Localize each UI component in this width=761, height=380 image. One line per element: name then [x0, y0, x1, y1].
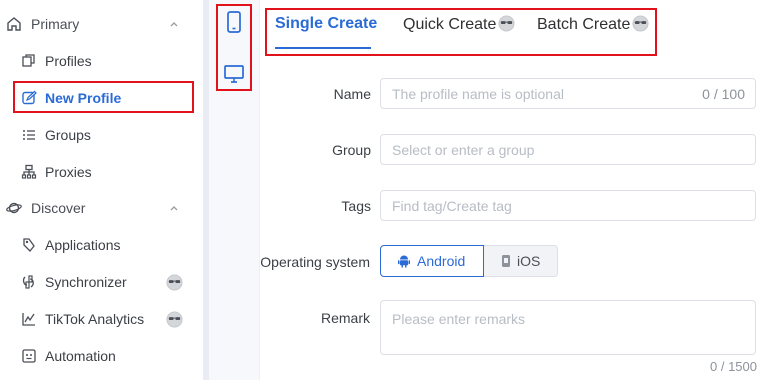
group-primary[interactable]: Primary [0, 6, 203, 42]
remark-textarea[interactable]: Please enter remarks [380, 300, 756, 355]
sunglasses-icon [632, 15, 649, 32]
sidebar-item-applications[interactable]: Applications [0, 227, 203, 263]
sidebar-item-label: Automation [45, 348, 116, 364]
sidebar-item-label: New Profile [45, 90, 122, 106]
sidebar-item-label: Applications [45, 237, 121, 253]
tab-batch-create[interactable]: Batch Create [537, 15, 649, 34]
os-label: Operating system [260, 254, 370, 270]
name-placeholder: The profile name is optional [392, 86, 564, 102]
sidebar-item-label: Groups [45, 127, 91, 143]
os-android-label: Android [417, 253, 466, 269]
sidebar-item-label: Synchronizer [45, 274, 127, 290]
name-field[interactable]: The profile name is optional 0 / 100 [380, 78, 756, 109]
sidebar-item-label: Profiles [45, 53, 92, 69]
device-strip [209, 0, 260, 380]
android-icon [398, 255, 410, 268]
chevron-up-icon[interactable] [168, 18, 180, 30]
active-tab-indicator [275, 47, 371, 49]
chevron-up-icon[interactable] [168, 202, 180, 214]
remark-counter: 0 / 1500 [710, 359, 757, 374]
tab-quick-create[interactable]: Quick Create [403, 15, 515, 34]
sidebar-item-synchronizer[interactable]: Synchronizer [0, 264, 203, 300]
name-counter: 0 / 100 [702, 86, 745, 102]
name-label: Name [333, 86, 371, 102]
sidebar: Primary Profiles New Profile Groups Prox… [0, 0, 203, 380]
list-icon [23, 130, 35, 140]
sidebar-item-label: Proxies [45, 164, 92, 180]
os-ios-button[interactable]: iOS [484, 245, 558, 277]
group-label-discover: Discover [31, 200, 86, 216]
remark-placeholder: Please enter remarks [392, 311, 526, 327]
sidebar-item-proxies[interactable]: Proxies [0, 154, 203, 190]
group-placeholder: Select or enter a group [392, 142, 535, 158]
home-icon [7, 17, 21, 31]
remark-label: Remark [320, 310, 370, 326]
sidebar-item-automation[interactable]: Automation [0, 338, 203, 374]
group-label: Group [332, 142, 371, 158]
ios-device-icon [502, 255, 510, 267]
sidebar-item-groups[interactable]: Groups [0, 117, 203, 153]
group-label-primary: Primary [31, 16, 80, 32]
network-icon [21, 164, 37, 179]
group-select[interactable]: Select or enter a group [380, 134, 756, 165]
os-ios-label: iOS [517, 253, 541, 269]
tags-placeholder: Find tag/Create tag [392, 198, 512, 214]
tags-label: Tags [341, 198, 371, 214]
sidebar-item-new-profile[interactable]: New Profile [0, 80, 203, 116]
chart-icon [22, 313, 35, 326]
sidebar-item-label: TikTok Analytics [45, 311, 145, 327]
profiles-icon [22, 54, 35, 67]
robot-icon [22, 349, 36, 363]
sunglasses-icon [498, 15, 515, 32]
sync-icon [22, 275, 34, 289]
sunglasses-icon [166, 274, 183, 291]
sidebar-item-profiles[interactable]: Profiles [0, 43, 203, 79]
puzzle-icon [23, 238, 35, 252]
sunglasses-icon [166, 311, 183, 328]
sidebar-item-tiktok-analytics[interactable]: TikTok Analytics [0, 301, 203, 337]
app-root: Primary Profiles New Profile Groups Prox… [0, 0, 761, 380]
edit-icon [22, 90, 37, 105]
tab-label: Single Create [275, 15, 378, 32]
mobile-icon[interactable] [222, 10, 246, 34]
planet-icon [6, 202, 22, 214]
tab-single-create[interactable]: Single Create [275, 15, 377, 33]
tab-label: Batch Create [537, 16, 631, 33]
os-android-button[interactable]: Android [380, 245, 484, 277]
tab-label: Quick Create [403, 16, 497, 33]
desktop-icon[interactable] [222, 62, 246, 86]
tags-field[interactable]: Find tag/Create tag [380, 190, 756, 221]
group-discover[interactable]: Discover [0, 190, 203, 226]
